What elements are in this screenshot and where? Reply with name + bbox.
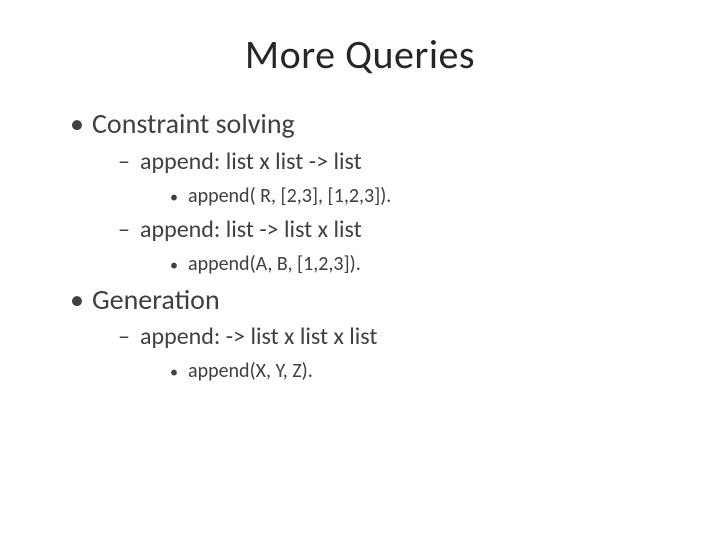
slide-content: Constraint solving append: list x list -… bbox=[40, 107, 680, 384]
slide-title: More Queries bbox=[40, 30, 680, 79]
bullet-text: append: -> list x list x list bbox=[140, 322, 680, 352]
bullet-l2: append: list -> list x list bbox=[118, 215, 680, 245]
slide: More Queries Constraint solving append: … bbox=[0, 0, 720, 540]
bullet-l2: append: -> list x list x list bbox=[118, 322, 680, 352]
bullet-icon bbox=[170, 358, 188, 384]
bullet-l1: Constraint solving bbox=[70, 107, 680, 141]
dash-icon bbox=[118, 322, 140, 352]
bullet-text: Generation bbox=[92, 283, 680, 317]
bullet-text: append: list -> list x list bbox=[140, 215, 680, 245]
bullet-text: Constraint solving bbox=[92, 107, 680, 141]
bullet-l3: append(X, Y, Z). bbox=[170, 358, 680, 384]
bullet-l2: append: list x list -> list bbox=[118, 147, 680, 177]
dash-icon bbox=[118, 215, 140, 245]
bullet-icon bbox=[70, 283, 92, 317]
bullet-text: append(X, Y, Z). bbox=[188, 358, 680, 384]
bullet-icon bbox=[170, 183, 188, 209]
bullet-l3: append(A, B, [1,2,3]). bbox=[170, 251, 680, 277]
bullet-icon bbox=[170, 251, 188, 277]
bullet-text: append( R, [2,3], [1,2,3]). bbox=[188, 183, 680, 209]
bullet-l3: append( R, [2,3], [1,2,3]). bbox=[170, 183, 680, 209]
bullet-text: append: list x list -> list bbox=[140, 147, 680, 177]
dash-icon bbox=[118, 147, 140, 177]
bullet-l1: Generation bbox=[70, 283, 680, 317]
bullet-icon bbox=[70, 107, 92, 141]
bullet-text: append(A, B, [1,2,3]). bbox=[188, 251, 680, 277]
